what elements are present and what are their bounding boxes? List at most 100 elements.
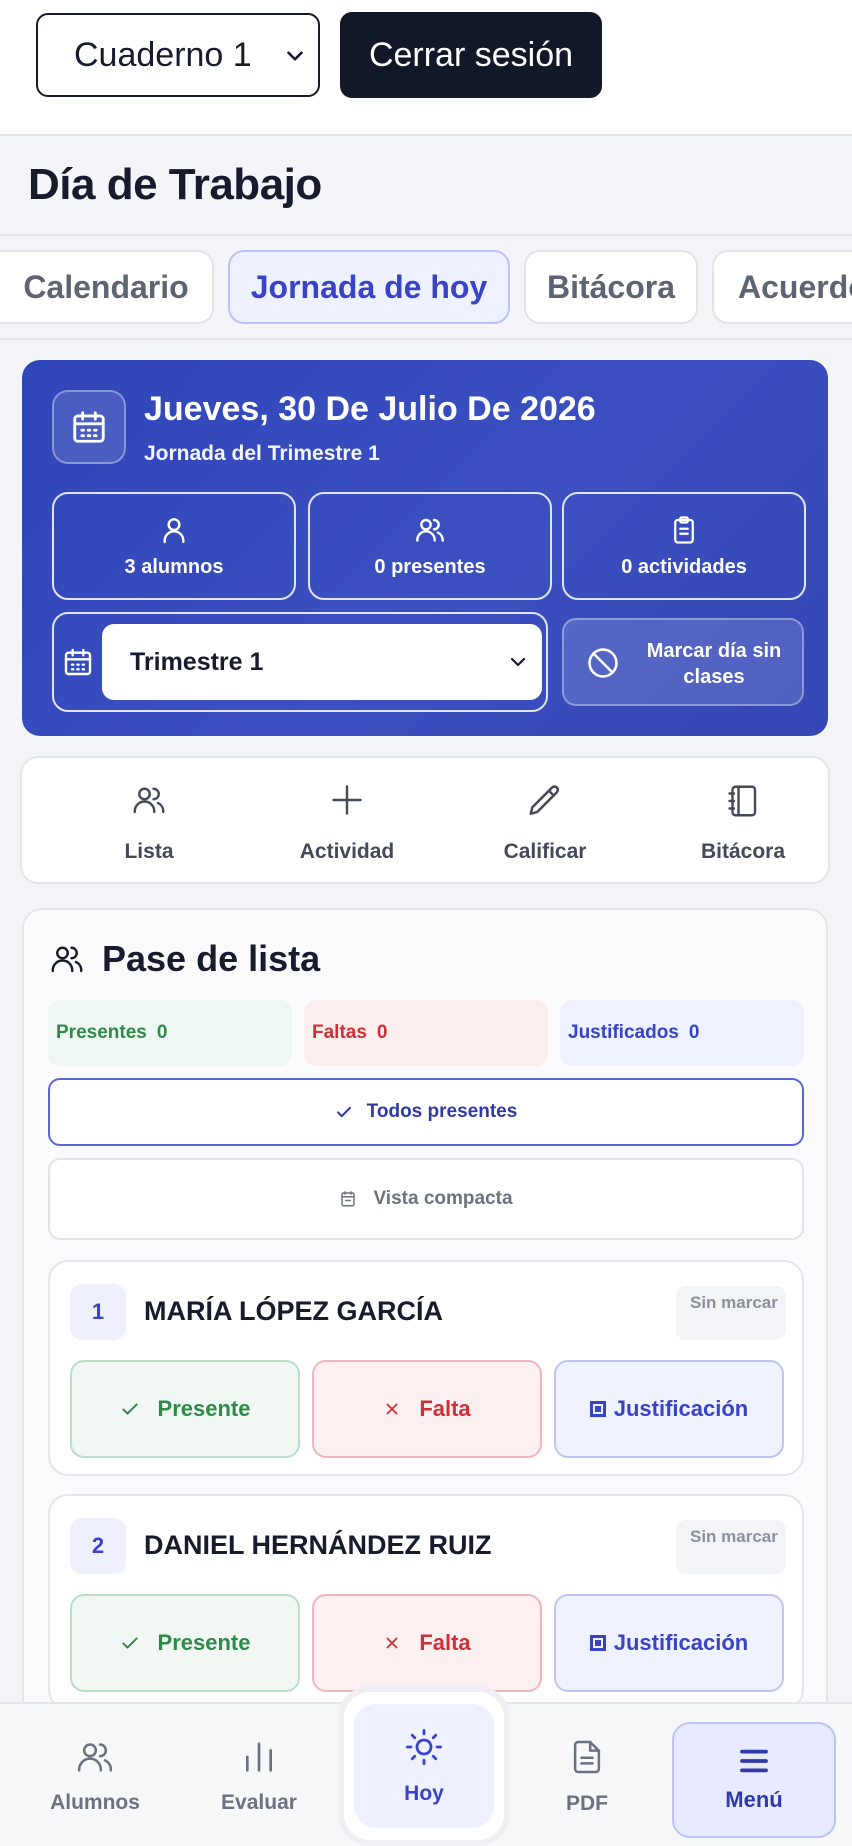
divider <box>0 234 852 236</box>
calendar-icon <box>64 648 92 676</box>
justification-label: Justificación <box>613 1630 749 1655</box>
stat-label: 3 alumnos <box>124 555 224 578</box>
present-count-stat: 0 presentes <box>308 492 552 600</box>
users-icon <box>51 946 83 973</box>
users-icon <box>77 1743 113 1772</box>
chevron-down-icon <box>287 51 303 61</box>
quick-action-label: Bitácora <box>700 840 786 863</box>
nav-menu[interactable]: Menú <box>672 1722 836 1838</box>
nav-label: Menú <box>725 1787 783 1812</box>
tab-acuerdos[interactable]: Acuerdo <box>712 250 852 324</box>
mark-justification-button[interactable]: Justificación <box>554 1594 784 1692</box>
present-counter-value: 0 <box>156 1022 168 1043</box>
pencil-icon <box>529 785 560 815</box>
tab-bar: Calendario Jornada de hoy Bitácora Acuer… <box>0 250 852 326</box>
present-label: Presente <box>157 1630 251 1655</box>
mark-absent-button[interactable]: Falta <box>312 1360 542 1458</box>
mark-justification-button[interactable]: Justificación <box>554 1360 784 1458</box>
stat-label: 0 actividades <box>621 555 747 578</box>
top-bar: Cuaderno 1 Cerrar sesión <box>0 0 852 136</box>
quick-action-calificar[interactable]: Calificar <box>460 782 630 864</box>
quick-action-label: Calificar <box>503 840 587 863</box>
justified-counter-label: Justificados <box>568 1022 679 1043</box>
justified-counter-value: 0 <box>688 1022 700 1043</box>
mark-no-class-button[interactable]: Marcar día sin clases <box>562 618 804 706</box>
justification-label: Justificación <box>613 1396 749 1421</box>
users-icon <box>133 787 165 814</box>
absent-counter-label: Faltas <box>312 1022 367 1043</box>
tab-bitacora[interactable]: Bitácora <box>524 250 698 324</box>
check-icon <box>336 1106 351 1118</box>
all-present-button[interactable]: Todos presentes <box>48 1078 804 1146</box>
present-counter: Presentes 0 <box>48 1000 292 1066</box>
bottom-navigation: Alumnos Evaluar Hoy PDF Menú <box>0 1692 852 1846</box>
nav-evaluar[interactable]: Evaluar <box>184 1704 334 1846</box>
quick-action-label: Lista <box>124 840 174 863</box>
mark-present-button[interactable]: Presente <box>70 1360 300 1458</box>
attendance-title: Pase de lista <box>102 938 321 979</box>
present-counter-label: Presentes <box>56 1022 147 1043</box>
nav-pdf[interactable]: PDF <box>512 1704 662 1846</box>
tab-calendario[interactable]: Calendario <box>0 250 214 324</box>
notebook-select[interactable]: Cuaderno 1 <box>36 13 320 97</box>
nav-label: Hoy <box>404 1782 444 1805</box>
tab-jornada-de-hoy[interactable]: Jornada de hoy <box>228 250 510 324</box>
mark-absent-button[interactable]: Falta <box>312 1594 542 1692</box>
present-label: Presente <box>157 1396 251 1421</box>
mark-no-class-label: Marcar día sin clases <box>646 640 782 688</box>
document-icon <box>573 1740 601 1774</box>
students-count-stat: 3 alumnos <box>52 492 296 600</box>
student-name: MARÍA LÓPEZ GARCÍA <box>144 1296 443 1326</box>
page-title: Día de Trabajo <box>28 160 322 209</box>
term-select[interactable]: Trimestre 1 <box>102 624 542 700</box>
justified-counter: Justificados 0 <box>560 1000 804 1066</box>
quick-action-bitacora[interactable]: Bitácora <box>658 782 828 864</box>
calendar-icon <box>341 1191 356 1207</box>
quick-action-label: Actividad <box>299 840 395 863</box>
calendar-icon <box>52 390 126 464</box>
chevron-down-icon <box>510 657 526 667</box>
status-badge: Sin marcar <box>676 1286 786 1340</box>
logout-button[interactable]: Cerrar sesión <box>340 12 602 98</box>
square-icon <box>589 1635 606 1651</box>
check-icon <box>121 1403 138 1415</box>
absent-label: Falta <box>419 1396 471 1421</box>
nav-hoy-inner: Hoy <box>354 1704 494 1828</box>
bar-chart-icon <box>246 1742 272 1772</box>
term-select-value: Trimestre 1 <box>130 647 264 676</box>
activities-count-stat: 0 actividades <box>562 492 806 600</box>
absent-counter-value: 0 <box>376 1022 388 1043</box>
clipboard-icon <box>674 515 694 544</box>
term-selector: Trimestre 1 <box>52 612 548 712</box>
absent-label: Falta <box>419 1630 471 1655</box>
user-icon <box>163 517 185 543</box>
compact-view-button[interactable]: Vista compacta <box>48 1158 804 1240</box>
nav-label: Alumnos <box>50 1791 140 1814</box>
mark-present-button[interactable]: Presente <box>70 1594 300 1692</box>
notebook-select-value: Cuaderno 1 <box>74 35 252 74</box>
ban-icon <box>588 648 618 678</box>
student-row: 1 MARÍA LÓPEZ GARCÍA Sin marcar Presente… <box>48 1260 804 1476</box>
nav-hoy[interactable]: Hoy <box>344 1692 504 1840</box>
hero-subtitle: Jornada del Trimestre 1 <box>144 442 380 465</box>
status-badge: Sin marcar <box>676 1520 786 1574</box>
square-icon <box>589 1401 606 1417</box>
divider <box>0 338 852 340</box>
absent-counter: Faltas 0 <box>304 1000 548 1066</box>
hero-date: Jueves, 30 De Julio De 2026 <box>144 390 596 428</box>
nav-label: Evaluar <box>221 1791 297 1814</box>
attendance-header: Pase de lista <box>48 938 320 980</box>
student-name: DANIEL HERNÁNDEZ RUIZ <box>144 1530 492 1560</box>
check-icon <box>121 1637 138 1649</box>
sun-icon <box>405 1728 443 1766</box>
quick-action-lista[interactable]: Lista <box>64 782 234 864</box>
quick-action-actividad[interactable]: Actividad <box>262 782 432 864</box>
menu-icon <box>740 1749 768 1773</box>
student-number: 1 <box>70 1284 126 1340</box>
stat-label: 0 presentes <box>374 555 486 578</box>
compact-view-label: Vista compacta <box>373 1188 513 1209</box>
nav-alumnos[interactable]: Alumnos <box>20 1704 170 1846</box>
users-icon <box>416 518 444 542</box>
all-present-label: Todos presentes <box>366 1101 518 1122</box>
close-icon <box>386 1637 398 1649</box>
